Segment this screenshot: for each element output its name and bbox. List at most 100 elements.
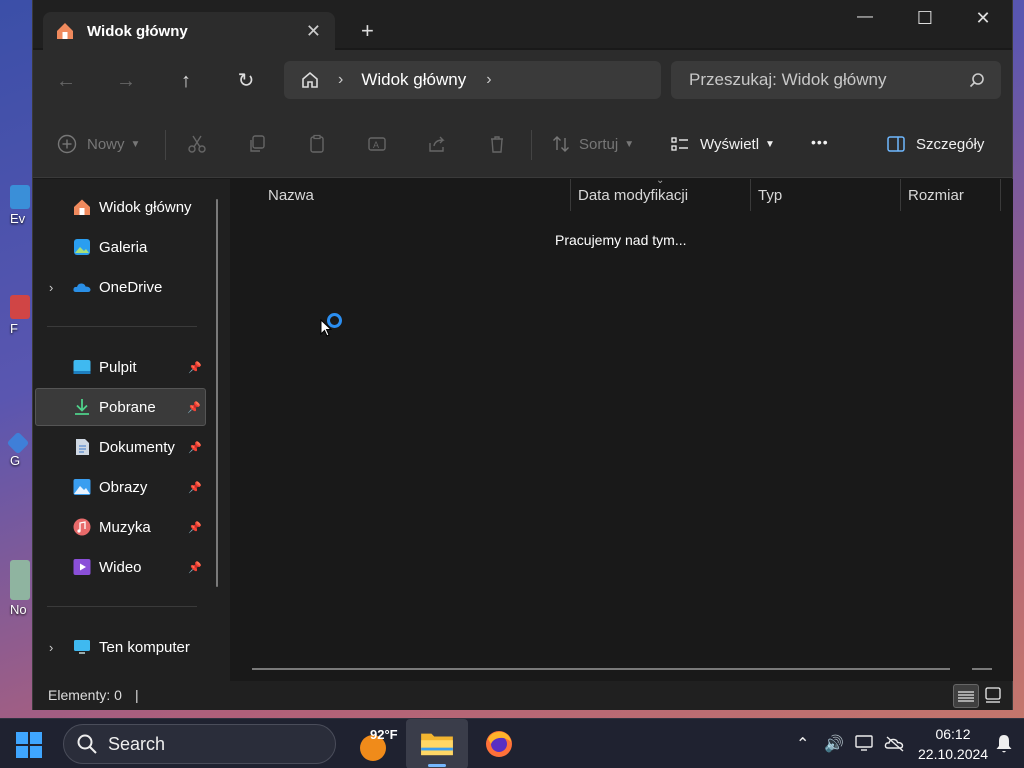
tab-title: Widok główny bbox=[87, 22, 188, 40]
copy-button[interactable] bbox=[247, 134, 267, 154]
windows-start-icon[interactable] bbox=[15, 731, 43, 759]
column-divider[interactable] bbox=[570, 179, 571, 211]
pin-icon[interactable]: 📌 bbox=[188, 561, 202, 574]
search-input[interactable]: Przeszukaj: Widok główny bbox=[671, 61, 1001, 99]
horizontal-scrollbar[interactable] bbox=[252, 668, 950, 670]
pin-icon[interactable]: 📌 bbox=[188, 521, 202, 534]
sidebar-item-onedrive[interactable]: › OneDrive bbox=[35, 268, 206, 306]
column-header-size[interactable]: Rozmiar bbox=[908, 187, 964, 204]
chevron-down-icon: ▼ bbox=[130, 138, 141, 150]
close-button[interactable]: ✕ bbox=[963, 8, 1003, 32]
sort-label: Sortuj bbox=[579, 135, 619, 153]
sidebar-scrollbar[interactable] bbox=[216, 199, 218, 587]
volume-icon[interactable]: 🔊 bbox=[824, 734, 844, 754]
chevron-down-icon: ▼ bbox=[765, 138, 775, 150]
sort-button[interactable]: Sortuj ▼ bbox=[551, 134, 634, 154]
details-view-icon bbox=[958, 691, 974, 702]
cloud-sync-icon[interactable] bbox=[884, 734, 906, 752]
details-pane-button[interactable]: Szczegóły bbox=[886, 134, 984, 154]
address-bar[interactable]: › Widok główny › bbox=[284, 61, 661, 99]
search-icon bbox=[969, 73, 984, 88]
column-header-type[interactable]: Typ bbox=[758, 187, 782, 204]
sidebar-item-label: Dokumenty bbox=[99, 438, 175, 456]
sidebar-item-label: OneDrive bbox=[99, 278, 163, 296]
sidebar-item-label: Galeria bbox=[99, 238, 148, 256]
pin-icon[interactable]: 📌 bbox=[188, 441, 202, 454]
shortcut-icon bbox=[6, 431, 30, 455]
notification-bell-icon[interactable] bbox=[994, 733, 1014, 755]
taskbar-app-firefox[interactable] bbox=[468, 719, 530, 768]
show-hidden-icons-button[interactable]: ⌃ bbox=[796, 734, 809, 754]
clipboard-icon bbox=[310, 134, 324, 153]
tab-home[interactable]: Widok główny ✕ bbox=[43, 12, 335, 50]
delete-button[interactable] bbox=[487, 134, 507, 154]
network-icon[interactable] bbox=[855, 734, 875, 752]
tiles-view-icon bbox=[985, 687, 1001, 703]
navigation-pane: Widok główny Galeria › OneDrive Pulpit 📌 bbox=[33, 179, 230, 681]
refresh-button[interactable]: ↻ bbox=[233, 68, 259, 94]
video-icon bbox=[73, 559, 91, 575]
item-count: Elementy: 0 bbox=[48, 687, 122, 703]
pin-icon[interactable]: 📌 bbox=[187, 401, 201, 414]
sidebar-item-pictures[interactable]: Obrazy 📌 bbox=[35, 468, 206, 506]
document-icon bbox=[76, 439, 89, 455]
taskbar-search[interactable]: Search bbox=[63, 724, 336, 764]
breadcrumb-chevron[interactable]: › bbox=[486, 71, 491, 89]
column-divider[interactable] bbox=[1000, 179, 1001, 211]
system-clock[interactable]: 06:12 22.10.2024 bbox=[918, 724, 988, 764]
paste-button[interactable] bbox=[307, 134, 327, 154]
scissors-icon bbox=[188, 135, 206, 153]
column-header-date-modified[interactable]: Data modyfikacji bbox=[578, 187, 688, 204]
minimize-button[interactable]: — bbox=[845, 8, 885, 32]
sidebar-item-label: Obrazy bbox=[99, 478, 148, 496]
details-label: Szczegóły bbox=[916, 135, 985, 153]
column-divider[interactable] bbox=[750, 179, 751, 211]
forward-button[interactable]: → bbox=[113, 68, 139, 94]
tiles-view-button[interactable] bbox=[981, 684, 1007, 708]
pin-icon[interactable]: 📌 bbox=[188, 361, 202, 374]
pin-icon[interactable]: 📌 bbox=[188, 481, 202, 494]
home-icon bbox=[57, 23, 73, 39]
details-pane-icon bbox=[887, 136, 905, 152]
new-button[interactable]: Nowy ▼ bbox=[57, 134, 140, 154]
desktop-icon bbox=[73, 360, 91, 374]
maximize-button[interactable]: ☐ bbox=[905, 8, 945, 32]
pictures-icon bbox=[73, 479, 91, 495]
file-explorer-window: Widok główny ✕ + — ☐ ✕ ← → ↑ ↻ › Widok g… bbox=[32, 0, 1013, 710]
sidebar-item-gallery[interactable]: Galeria bbox=[35, 228, 206, 266]
sidebar-item-desktop[interactable]: Pulpit 📌 bbox=[35, 348, 206, 386]
clock-time: 06:12 bbox=[935, 726, 971, 742]
list-view-icon bbox=[671, 137, 688, 151]
up-button[interactable]: ↑ bbox=[173, 68, 199, 94]
weather-widget[interactable]: 92°F bbox=[358, 727, 404, 761]
sidebar-item-home[interactable]: Widok główny bbox=[35, 188, 206, 226]
more-options-button[interactable]: ••• bbox=[811, 134, 829, 150]
view-button[interactable]: Wyświetl ▼ bbox=[670, 134, 775, 154]
expand-chevron-icon[interactable]: › bbox=[49, 280, 53, 295]
horizontal-scrollbar-end[interactable] bbox=[972, 668, 992, 670]
trash-icon bbox=[491, 136, 503, 153]
cut-button[interactable] bbox=[187, 134, 207, 154]
sidebar-item-video[interactable]: Wideo 📌 bbox=[35, 548, 206, 586]
column-header-name[interactable]: Nazwa bbox=[268, 187, 314, 204]
new-tab-button[interactable]: + bbox=[361, 20, 374, 42]
sort-indicator-icon: ⌄ bbox=[656, 175, 665, 186]
breadcrumb-separator: › bbox=[338, 71, 344, 88]
taskbar-app-file-explorer[interactable] bbox=[406, 719, 468, 768]
sidebar-item-downloads[interactable]: Pobrane 📌 bbox=[35, 388, 206, 426]
column-divider[interactable] bbox=[900, 179, 901, 211]
tab-close-button[interactable]: ✕ bbox=[306, 22, 321, 40]
share-button[interactable] bbox=[427, 134, 447, 154]
rename-button[interactable]: A bbox=[367, 134, 387, 154]
back-button[interactable]: ← bbox=[53, 68, 79, 94]
sidebar-item-music[interactable]: Muzyka 📌 bbox=[35, 508, 206, 546]
computer-icon bbox=[74, 640, 90, 654]
firefox-icon bbox=[486, 731, 512, 757]
breadcrumb-item[interactable]: Widok główny bbox=[361, 70, 466, 90]
sidebar-item-this-pc[interactable]: › Ten komputer bbox=[35, 628, 206, 666]
expand-chevron-icon[interactable]: › bbox=[49, 640, 53, 655]
chevron-down-icon: ▼ bbox=[624, 138, 635, 150]
sidebar-item-documents[interactable]: Dokumenty 📌 bbox=[35, 428, 206, 466]
details-view-button[interactable] bbox=[953, 684, 979, 708]
gallery-icon bbox=[74, 239, 90, 255]
